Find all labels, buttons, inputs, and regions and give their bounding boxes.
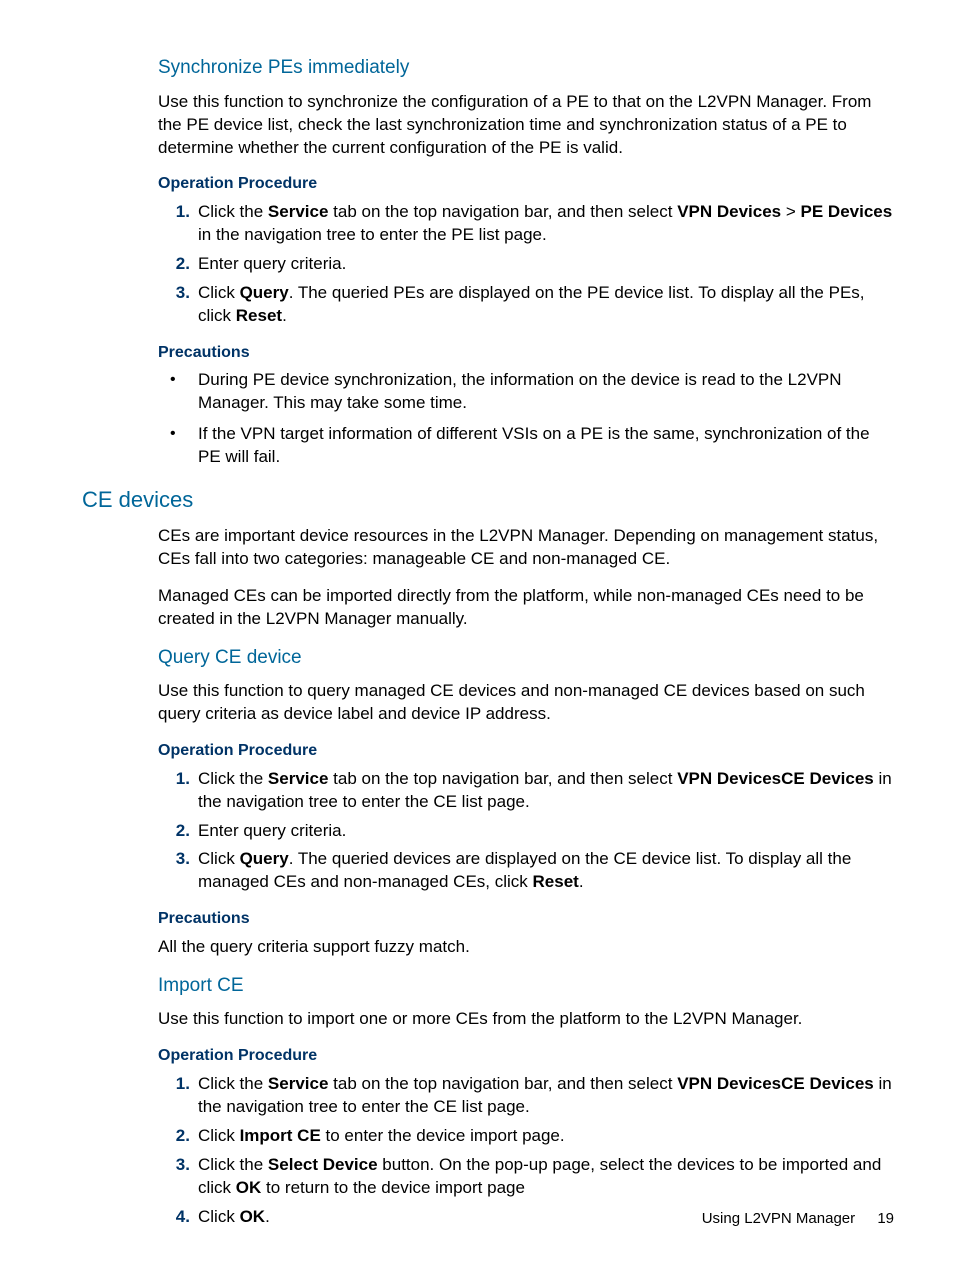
paragraph: All the query criteria support fuzzy mat…: [158, 936, 894, 959]
paragraph: Use this function to synchronize the con…: [158, 91, 894, 160]
subheading-operation-procedure: Operation Procedure: [158, 1045, 894, 1067]
list-item: Click Query. The queried devices are dis…: [198, 848, 894, 894]
text: tab on the top navigation bar, and then …: [328, 769, 677, 788]
paragraph: Use this function to query managed CE de…: [158, 680, 894, 726]
heading-query-ce: Query CE device: [158, 645, 894, 671]
bold-text: VPN Devices: [677, 1074, 781, 1093]
text: . The queried devices are displayed on t…: [198, 849, 851, 891]
text: in the navigation tree to enter the PE l…: [198, 225, 547, 244]
text: to return to the device import page: [261, 1178, 525, 1197]
text: Click the: [198, 769, 268, 788]
text: tab on the top navigation bar, and then …: [328, 202, 677, 221]
list-item: Enter query criteria.: [198, 253, 894, 276]
bold-text: Service: [268, 1074, 329, 1093]
page-number: 19: [877, 1210, 894, 1227]
list-item: If the VPN target information of differe…: [198, 423, 894, 469]
text: Click the: [198, 202, 268, 221]
text: . The queried PEs are displayed on the P…: [198, 283, 865, 325]
bold-text: Reset: [236, 306, 282, 325]
bold-text: Import CE: [240, 1126, 321, 1145]
text: .: [579, 872, 584, 891]
page-footer: Using L2VPN Manager 19: [702, 1209, 894, 1229]
text: Click the: [198, 1074, 268, 1093]
paragraph: CEs are important device resources in th…: [158, 525, 894, 571]
ordered-list: Click the Service tab on the top navigat…: [158, 768, 894, 895]
bold-text: Service: [268, 769, 329, 788]
text: to enter the device import page.: [321, 1126, 565, 1145]
bold-text: CE Devices: [781, 1074, 874, 1093]
list-item: Click the Service tab on the top navigat…: [198, 768, 894, 814]
list-item: Click the Service tab on the top navigat…: [198, 1073, 894, 1119]
bold-text: VPN Devices: [677, 202, 781, 221]
bullet-list: During PE device synchronization, the in…: [158, 369, 894, 469]
subheading-operation-procedure: Operation Procedure: [158, 740, 894, 762]
text: Click: [198, 1207, 240, 1226]
heading-import-ce: Import CE: [158, 973, 894, 999]
list-item: During PE device synchronization, the in…: [198, 369, 894, 415]
bold-text: Query: [240, 283, 289, 302]
bold-text: PE Devices: [801, 202, 893, 221]
text: .: [265, 1207, 270, 1226]
list-item: Click Query. The queried PEs are display…: [198, 282, 894, 328]
text: >: [781, 202, 800, 221]
text: Click the: [198, 1155, 268, 1174]
text: tab on the top navigation bar, and then …: [328, 1074, 677, 1093]
ordered-list: Click the Service tab on the top navigat…: [158, 201, 894, 328]
bold-text: Select Device: [268, 1155, 378, 1174]
subheading-precautions: Precautions: [158, 342, 894, 364]
bold-text: Query: [240, 849, 289, 868]
text: .: [282, 306, 287, 325]
list-item: Enter query criteria.: [198, 820, 894, 843]
bold-text: OK: [236, 1178, 262, 1197]
footer-section: Using L2VPN Manager: [702, 1210, 855, 1227]
bold-text: OK: [240, 1207, 266, 1226]
heading-ce-devices: CE devices: [82, 485, 894, 515]
ordered-list: Click the Service tab on the top navigat…: [158, 1073, 894, 1229]
list-item: Click the Service tab on the top navigat…: [198, 201, 894, 247]
subheading-operation-procedure: Operation Procedure: [158, 173, 894, 195]
paragraph: Managed CEs can be imported directly fro…: [158, 585, 894, 631]
bold-text: Reset: [533, 872, 579, 891]
text: Click: [198, 283, 240, 302]
list-item: Click the Select Device button. On the p…: [198, 1154, 894, 1200]
page: Synchronize PEs immediately Use this fun…: [0, 0, 954, 1271]
bold-text: Service: [268, 202, 329, 221]
heading-sync-pes: Synchronize PEs immediately: [158, 55, 894, 81]
bold-text: CE Devices: [781, 769, 874, 788]
text: Click: [198, 849, 240, 868]
text: Click: [198, 1126, 240, 1145]
bold-text: VPN Devices: [677, 769, 781, 788]
subheading-precautions: Precautions: [158, 908, 894, 930]
paragraph: Use this function to import one or more …: [158, 1008, 894, 1031]
list-item: Click Import CE to enter the device impo…: [198, 1125, 894, 1148]
